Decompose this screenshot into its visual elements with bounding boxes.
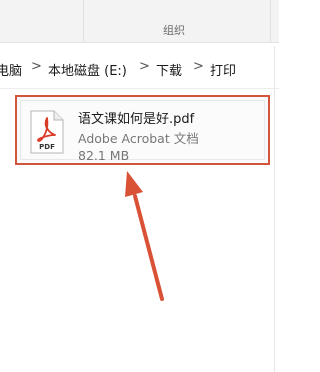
pane-divider <box>274 46 275 372</box>
breadcrumb-separator-icon[interactable]: > <box>193 59 204 74</box>
ribbon-divider <box>270 0 271 42</box>
breadcrumb-item-drive-e[interactable]: 本地磁盘 (E:) <box>48 60 127 79</box>
breadcrumb-item-print[interactable]: 打印 <box>210 60 236 79</box>
pdf-icon-label: PDF <box>39 143 55 151</box>
ribbon-toolbar: 组织 <box>0 0 279 43</box>
breadcrumb-separator-icon[interactable]: > <box>139 59 150 74</box>
breadcrumb-item-pc[interactable]: 电脑 <box>0 60 22 79</box>
file-name: 语文课如何是好.pdf <box>78 112 195 127</box>
breadcrumb-item-downloads[interactable]: 下载 <box>156 60 182 79</box>
file-type: Adobe Acrobat 文档 <box>78 131 199 146</box>
file-tile-body[interactable]: PDF 语文课如何是好.pdf Adobe Acrobat 文档 82.1 MB <box>20 100 265 163</box>
pdf-file-icon: PDF <box>30 110 64 154</box>
ribbon-divider <box>83 0 84 42</box>
address-bar[interactable]: 电脑 > 本地磁盘 (E:) > 下载 > 打印 <box>0 46 279 89</box>
file-size: 82.1 MB <box>78 148 130 163</box>
breadcrumb-separator-icon[interactable]: > <box>31 59 42 74</box>
file-tile[interactable]: PDF 语文课如何是好.pdf Adobe Acrobat 文档 82.1 MB <box>15 95 270 165</box>
ribbon-group-organize-label: 组织 <box>163 24 185 37</box>
